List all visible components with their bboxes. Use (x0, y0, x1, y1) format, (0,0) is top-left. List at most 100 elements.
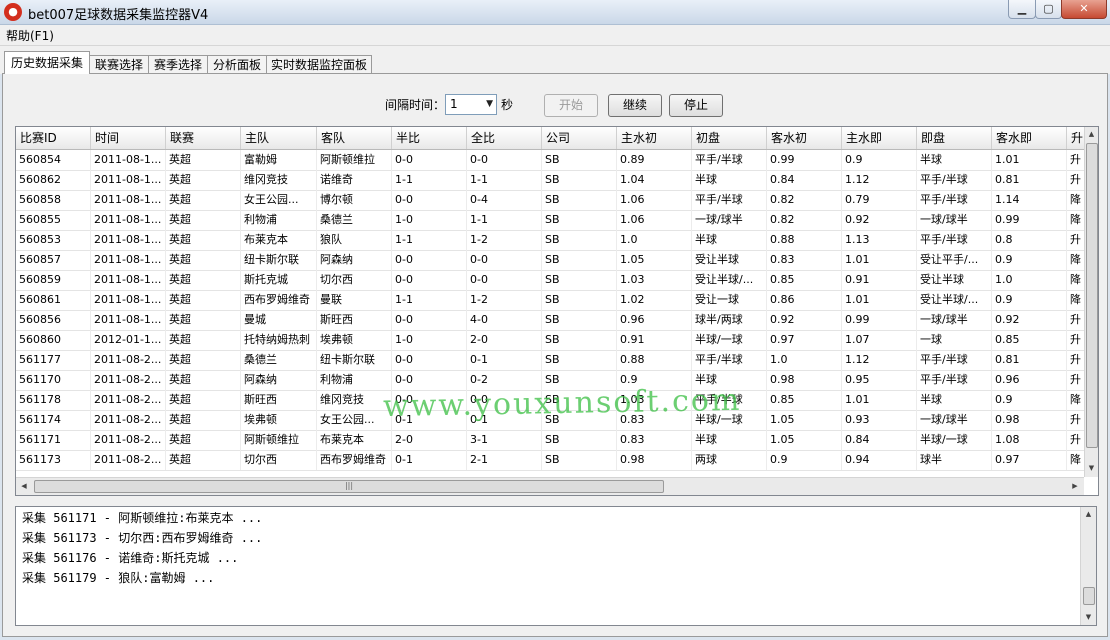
tab-league-select[interactable]: 联赛选择 (89, 55, 149, 74)
col-full: 0-1 (467, 410, 542, 430)
close-button[interactable]: ✕ (1061, 0, 1107, 19)
col-company: SB (542, 370, 617, 390)
col-league: 英超 (166, 250, 241, 270)
start-button[interactable]: 开始 (544, 94, 598, 117)
grid-body[interactable]: 560854 2011-08-1... 英超 富勒姆 阿斯顿维拉 0-0 0-0 SB 0.89… (16, 150, 1084, 474)
table-row[interactable]: 560861 2011-08-1... 英超 西布罗姆维奇 曼联 1-1 1-2 SB 1.02… (16, 290, 1084, 311)
col-trend: 降 (1067, 210, 1084, 230)
col-company: SB (542, 150, 617, 170)
col-company: SB (542, 270, 617, 290)
col-away-odds-init: 1.05 (767, 430, 842, 450)
col-time-header[interactable]: 时间 (91, 127, 166, 149)
col-time: 2011-08-2... (91, 450, 166, 470)
grid-vertical-scrollbar[interactable]: ▲ ▼ (1084, 127, 1098, 477)
resume-button[interactable]: 继续 (608, 94, 662, 117)
scroll-right-icon[interactable]: ▶ (1068, 479, 1082, 493)
col-home-odds-live: 1.01 (842, 250, 917, 270)
col-away: 埃弗顿 (317, 330, 392, 350)
collect-log-pane[interactable]: 采集 561171 - 阿斯顿维拉:布莱克本 ... 采集 561173 - 切… (15, 506, 1097, 626)
col-home-odds-init: 0.88 (617, 350, 692, 370)
menu-help[interactable]: 帮助(F1) (6, 27, 54, 44)
col-full: 1-2 (467, 230, 542, 250)
maximize-button[interactable]: ▢ (1035, 0, 1062, 19)
table-row[interactable]: 561171 2011-08-2... 英超 阿斯顿维拉 布莱克本 2-0 3-1 SB 0.8… (16, 430, 1084, 451)
col-half-header[interactable]: 半比 (392, 127, 467, 149)
table-row[interactable]: 560856 2011-08-1... 英超 曼城 斯旺西 0-0 4-0 SB 0.96 球半/… (16, 310, 1084, 331)
scroll-left-icon[interactable]: ◀ (17, 479, 31, 493)
tab-history-collect[interactable]: 历史数据采集 (4, 51, 90, 74)
log-vertical-scrollbar[interactable]: ▲ ▼ (1080, 507, 1096, 625)
col-company: SB (542, 190, 617, 210)
col-away-odds-init-header[interactable]: 客水初 (767, 127, 842, 149)
grid-vscroll-thumb[interactable] (1086, 143, 1098, 448)
table-row[interactable]: 561178 2011-08-2... 英超 斯旺西 维冈竞技 0-0 0-0 SB 1.03 平… (16, 390, 1084, 411)
col-handicap-live-header[interactable]: 即盘 (917, 127, 992, 149)
col-home-odds-init: 0.91 (617, 330, 692, 350)
col-home-header[interactable]: 主队 (241, 127, 317, 149)
col-full-header[interactable]: 全比 (467, 127, 542, 149)
col-match-id-header[interactable]: 比赛ID (16, 127, 91, 149)
col-away: 维冈竞技 (317, 390, 392, 410)
col-match-id: 560855 (16, 210, 91, 230)
dropdown-arrow-icon[interactable]: ▼ (486, 95, 493, 114)
col-home: 阿斯顿维拉 (241, 430, 317, 450)
col-handicap-init-header[interactable]: 初盘 (692, 127, 767, 149)
table-row[interactable]: 560858 2011-08-1... 英超 女王公园... 博尔顿 0-0 0-4 SB 1.… (16, 190, 1084, 211)
table-row[interactable]: 561173 2011-08-2... 英超 切尔西 西布罗姆维奇 0-1 2-1 SB 0.9… (16, 450, 1084, 471)
log-vscroll-thumb[interactable] (1083, 587, 1095, 605)
col-half: 0-1 (392, 410, 467, 430)
col-away-odds-live: 0.99 (992, 210, 1067, 230)
table-row[interactable]: 560855 2011-08-1... 英超 利物浦 桑德兰 1-0 1-1 SB 1.06 一球… (16, 210, 1084, 231)
col-trend: 升 (1067, 230, 1084, 250)
col-time: 2011-08-2... (91, 430, 166, 450)
table-row[interactable]: 560859 2011-08-1... 英超 斯托克城 切尔西 0-0 0-0 SB 1.03 受… (16, 270, 1084, 291)
scroll-up-icon[interactable]: ▲ (1081, 507, 1096, 521)
match-data-grid[interactable]: 比赛ID 时间 联赛 主队 客队 半比 全比 公司 主水初 初盘 客水初 主水即 即盘 客水即升 5608… (15, 126, 1099, 496)
table-row[interactable]: 560860 2012-01-1... 英超 托特纳姆热刺 埃弗顿 1-0 2-0 SB 0.9… (16, 330, 1084, 351)
col-home-odds-live: 0.79 (842, 190, 917, 210)
col-time: 2011-08-2... (91, 370, 166, 390)
table-row[interactable]: 561177 2011-08-2... 英超 桑德兰 纽卡斯尔联 0-0 0-1 SB 0.88… (16, 350, 1084, 371)
col-away-odds-init: 0.88 (767, 230, 842, 250)
col-match-id: 560861 (16, 290, 91, 310)
col-half: 0-0 (392, 190, 467, 210)
table-row[interactable]: 561174 2011-08-2... 英超 埃弗顿 女王公园... 0-1 0-1 SB 0.… (16, 410, 1084, 431)
col-trend-header[interactable]: 升 (1067, 127, 1084, 149)
scroll-down-icon[interactable]: ▼ (1085, 461, 1098, 475)
col-away-odds-live: 0.81 (992, 170, 1067, 190)
table-row[interactable]: 560862 2011-08-1... 英超 维冈竞技 诺维奇 1-1 1-1 SB 1.04 半… (16, 170, 1084, 191)
grid-hscroll-thumb[interactable]: ||| (34, 480, 664, 493)
grid-horizontal-scrollbar[interactable]: ◀ ||| ▶ (16, 477, 1084, 495)
col-match-id: 561171 (16, 430, 91, 450)
col-trend: 升 (1067, 350, 1084, 370)
table-row[interactable]: 561170 2011-08-2... 英超 阿森纳 利物浦 0-0 0-2 SB 0.9 半球 0… (16, 370, 1084, 391)
col-home: 纽卡斯尔联 (241, 250, 317, 270)
interval-select[interactable]: 1 ▼ (445, 94, 497, 115)
col-league-header[interactable]: 联赛 (166, 127, 241, 149)
col-home-odds-init-header[interactable]: 主水初 (617, 127, 692, 149)
col-away-header[interactable]: 客队 (317, 127, 392, 149)
col-half: 0-0 (392, 370, 467, 390)
col-company-header[interactable]: 公司 (542, 127, 617, 149)
col-handicap-init: 半球 (692, 370, 767, 390)
scroll-up-icon[interactable]: ▲ (1085, 127, 1098, 141)
table-row[interactable]: 560853 2011-08-1... 英超 布莱克本 狼队 1-1 1-2 SB 1.0 半球 0… (16, 230, 1084, 251)
tab-analysis-panel[interactable]: 分析面板 (207, 55, 267, 74)
stop-button[interactable]: 停止 (669, 94, 723, 117)
table-row[interactable]: 560857 2011-08-1... 英超 纽卡斯尔联 阿森纳 0-0 0-0 SB 1.05… (16, 250, 1084, 271)
col-away-odds-live: 0.98 (992, 410, 1067, 430)
tab-realtime-monitor[interactable]: 实时数据监控面板 (266, 55, 372, 74)
col-full: 1-1 (467, 210, 542, 230)
col-match-id: 560860 (16, 330, 91, 350)
tab-season-select[interactable]: 赛季选择 (148, 55, 208, 74)
col-full: 0-0 (467, 270, 542, 290)
col-away-odds-live-header[interactable]: 客水即 (992, 127, 1067, 149)
scroll-down-icon[interactable]: ▼ (1081, 610, 1096, 624)
col-full: 0-2 (467, 370, 542, 390)
col-home: 埃弗顿 (241, 410, 317, 430)
minimize-button[interactable]: ▁ (1008, 0, 1036, 19)
col-home-odds-init: 0.96 (617, 310, 692, 330)
table-row[interactable]: 560854 2011-08-1... 英超 富勒姆 阿斯顿维拉 0-0 0-0 SB 0.89… (16, 150, 1084, 171)
col-handicap-init: 球半/两球 (692, 310, 767, 330)
col-home-odds-live-header[interactable]: 主水即 (842, 127, 917, 149)
